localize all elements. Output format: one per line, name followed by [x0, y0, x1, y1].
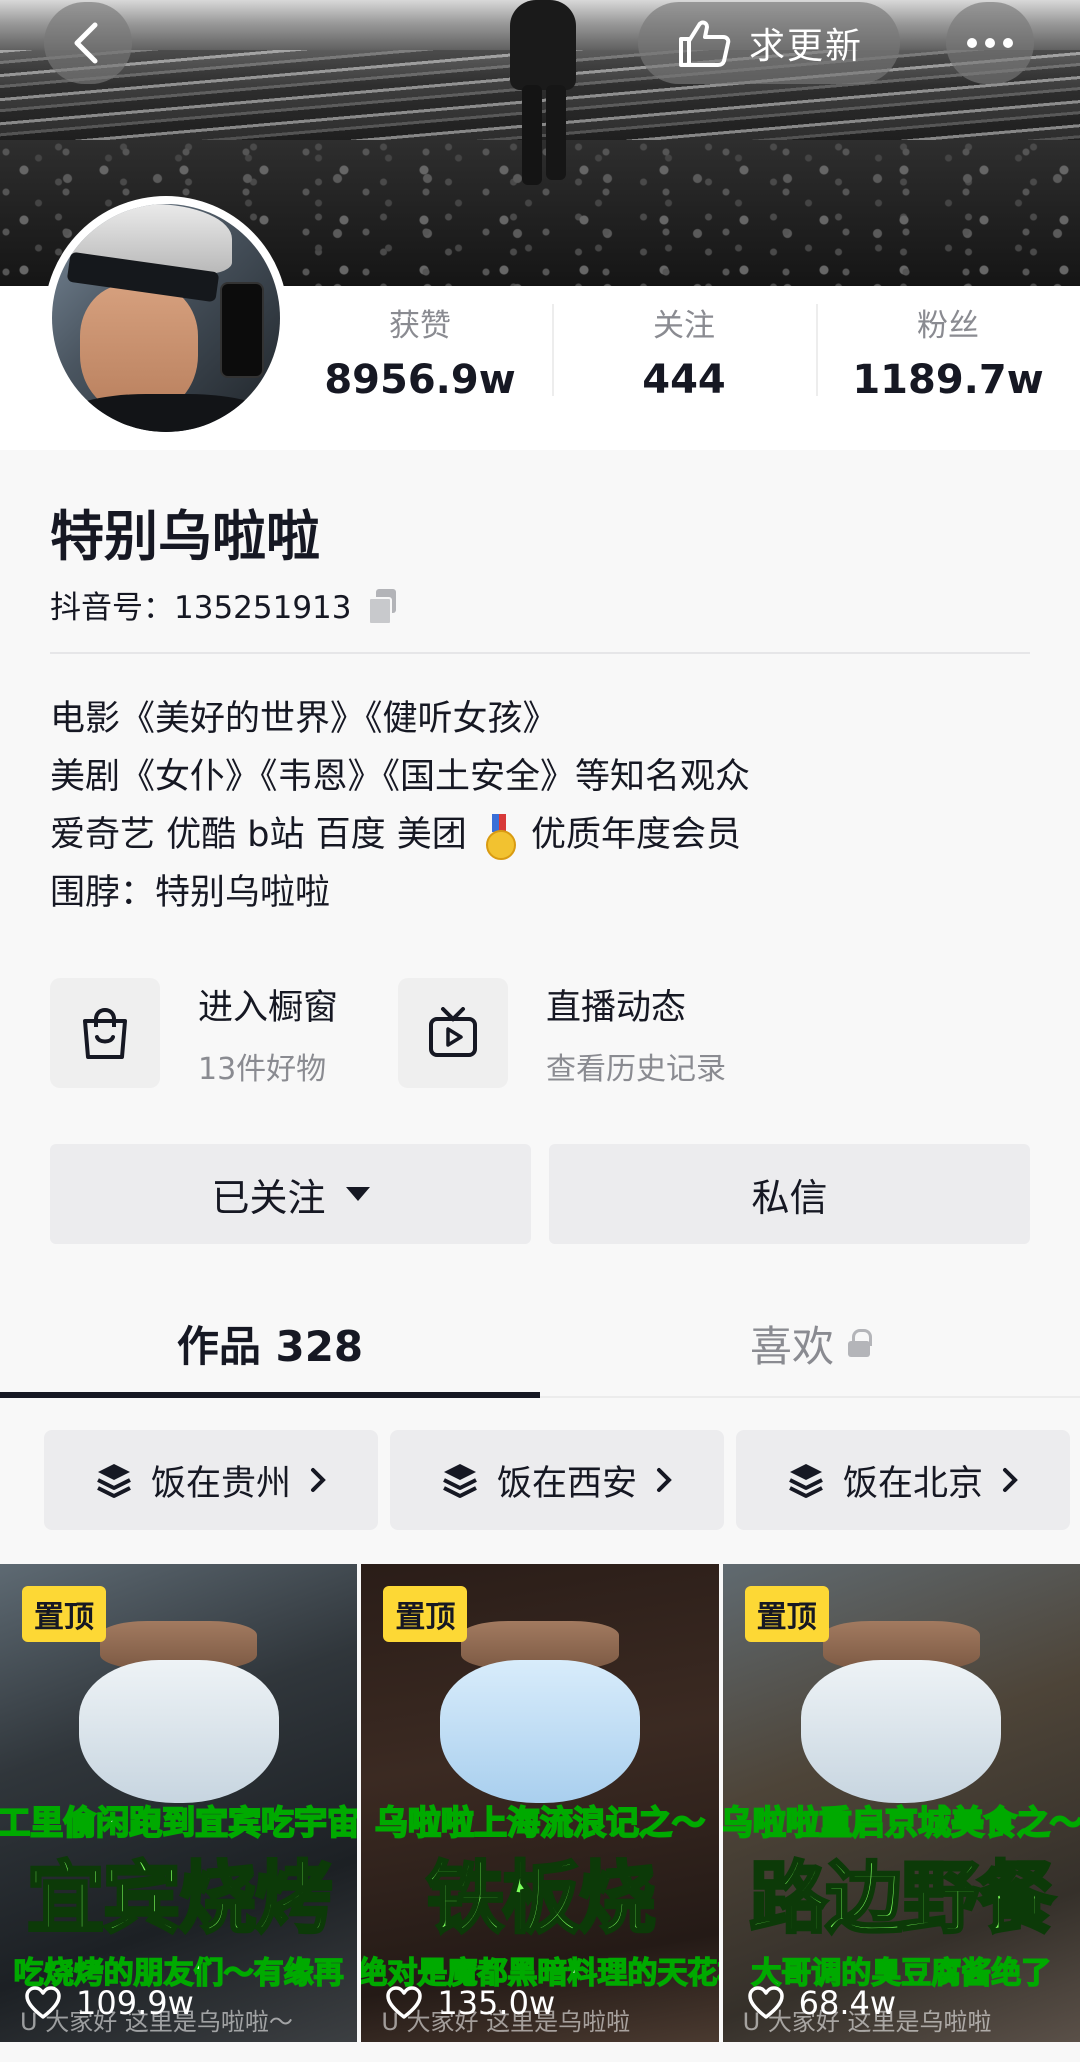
request-update-button[interactable]: 求更新: [638, 2, 900, 84]
bio-line: 美剧《女仆》《韦恩》《国土安全》等知名观众: [50, 757, 751, 797]
stat-followers-value: 1189.7w: [852, 356, 1044, 403]
stat-likes[interactable]: 获赞 8956.9w: [288, 286, 552, 416]
pinned-badge: 置顶: [383, 1586, 468, 1642]
entry-showcase[interactable]: 进入橱窗 13件好物: [50, 978, 338, 1088]
entry-live[interactable]: 直播动态 查看历史记录: [398, 978, 726, 1088]
collection-row: 饭在贵州 饭在西安 饭在北京: [44, 1430, 1080, 1530]
entry-live-title: 直播动态: [546, 987, 687, 1028]
more-dots-icon: [967, 38, 1013, 48]
video-likes-count: 135.0w: [437, 1984, 556, 2022]
bio-line-text: 爱奇艺 优酷 b站 百度 美团: [50, 815, 467, 855]
layers-icon: [789, 1464, 823, 1498]
entry-showcase-title: 进入橱窗: [198, 987, 339, 1028]
chevron-right-icon: [311, 1468, 326, 1492]
lock-icon: [848, 1329, 872, 1357]
chevron-right-icon: [1003, 1468, 1018, 1492]
stat-following-label: 关注: [653, 307, 715, 344]
back-button[interactable]: [44, 2, 132, 84]
tab-works[interactable]: 作品 328: [0, 1290, 540, 1398]
bio-line: 围脖：特别乌啦啦: [50, 873, 331, 913]
divider: [50, 652, 1030, 654]
following-label: 已关注: [211, 1175, 326, 1220]
banner-figure: [506, 0, 580, 190]
profile-name: 特别乌啦啦: [50, 505, 320, 568]
following-button[interactable]: 已关注: [50, 1144, 531, 1244]
profile-stats: 获赞 8956.9w 关注 444 粉丝 1189.7w: [288, 286, 1080, 416]
layers-icon: [97, 1464, 131, 1498]
shopping-bag-icon: [50, 978, 160, 1088]
collection-xian[interactable]: 饭在西安: [390, 1430, 724, 1530]
tab-likes-label: 喜欢: [749, 1321, 834, 1371]
avatar[interactable]: [44, 196, 288, 440]
pinned-badge: 置顶: [22, 1586, 106, 1642]
profile-actions: 已关注 私信: [50, 1144, 1030, 1244]
video-likes: 109.9w: [24, 1984, 194, 2022]
caret-down-icon: [345, 1187, 370, 1201]
profile-entries: 进入橱窗 13件好物 直播动态 查看历史记录: [50, 978, 1050, 1088]
douyin-id: 抖音号：135251913: [50, 582, 398, 627]
video-likes-count: 109.9w: [76, 1984, 194, 2022]
douyin-id-text: 抖音号：135251913: [50, 590, 352, 626]
bio-line: 爱奇艺 优酷 b站 百度 美团 优质年度会员: [50, 806, 750, 864]
content-tabs: 作品 328 喜欢: [0, 1290, 1080, 1398]
video-likes-count: 68.4w: [798, 1984, 897, 2022]
profile-bio: 电影《美好的世界》《健听女孩》 美剧《女仆》《韦恩》《国土安全》等知名观众 爱奇…: [50, 690, 750, 922]
tab-likes[interactable]: 喜欢: [540, 1290, 1080, 1396]
stat-likes-value: 8956.9w: [324, 356, 516, 403]
collection-guizhou[interactable]: 饭在贵州: [44, 1430, 378, 1530]
chevron-right-icon: [657, 1468, 672, 1492]
stat-following-value: 444: [642, 356, 726, 403]
collection-label: 饭在西安: [496, 1463, 637, 1504]
medal-icon: [484, 814, 516, 860]
heart-icon: [386, 1986, 423, 2019]
entry-live-subtitle: 查看历史记录: [546, 1051, 727, 1087]
message-label: 私信: [751, 1175, 828, 1220]
request-update-label: 求更新: [748, 26, 863, 67]
video-caption-main: 路边野餐: [748, 1853, 1057, 1946]
pointing-hand-icon: [678, 20, 731, 67]
heart-icon: [25, 1986, 61, 2019]
tab-works-label: 作品 328: [176, 1321, 364, 1371]
video-card[interactable]: 置顶 工里偷闲跑到宜宾吃宇宙 宜宾烧烤 吃烧烤的朋友们～有缘再 U 大家好 这里…: [0, 1564, 358, 2042]
entry-showcase-subtitle: 13件好物: [198, 1051, 327, 1087]
chevron-left-icon: [74, 22, 98, 64]
collection-label: 饭在北京: [842, 1463, 983, 1504]
collection-label: 饭在贵州: [150, 1463, 291, 1504]
stat-followers[interactable]: 粉丝 1189.7w: [816, 286, 1080, 416]
video-likes: 68.4w: [747, 1984, 896, 2022]
more-button[interactable]: [946, 2, 1034, 84]
bio-line: 电影《美好的世界》《健听女孩》: [50, 699, 558, 739]
video-caption-main: 宜宾烧烤: [25, 1853, 334, 1946]
collection-beijing[interactable]: 饭在北京: [736, 1430, 1070, 1530]
video-card[interactable]: 置顶 乌啦啦重启京城美食之～ 路边野餐 大哥调的臭豆腐酱绝了 U 大家好 这里是…: [722, 1564, 1080, 2042]
bio-line-text: 优质年度会员: [531, 815, 742, 855]
message-button[interactable]: 私信: [549, 1144, 1030, 1244]
tv-icon: [398, 978, 509, 1088]
layers-icon: [443, 1464, 477, 1498]
avatar-photo: [52, 204, 280, 432]
video-caption-main: 铁板烧: [424, 1853, 657, 1946]
copy-icon[interactable]: [367, 588, 398, 625]
heart-icon: [747, 1986, 784, 2019]
video-likes: 135.0w: [385, 1984, 555, 2022]
stat-following[interactable]: 关注 444: [552, 286, 816, 416]
stat-likes-label: 获赞: [389, 307, 451, 344]
video-grid: 置顶 工里偷闲跑到宜宾吃宇宙 宜宾烧烤 吃烧烤的朋友们～有缘再 U 大家好 这里…: [0, 1564, 1080, 2062]
video-card[interactable]: 置顶 乌啦啦上海流浪记之～ 铁板烧 绝对是魔都黑暗料理的天花板 U 大家好 这里…: [361, 1564, 719, 2042]
stat-followers-label: 粉丝: [917, 307, 979, 344]
pinned-badge: 置顶: [744, 1586, 829, 1642]
